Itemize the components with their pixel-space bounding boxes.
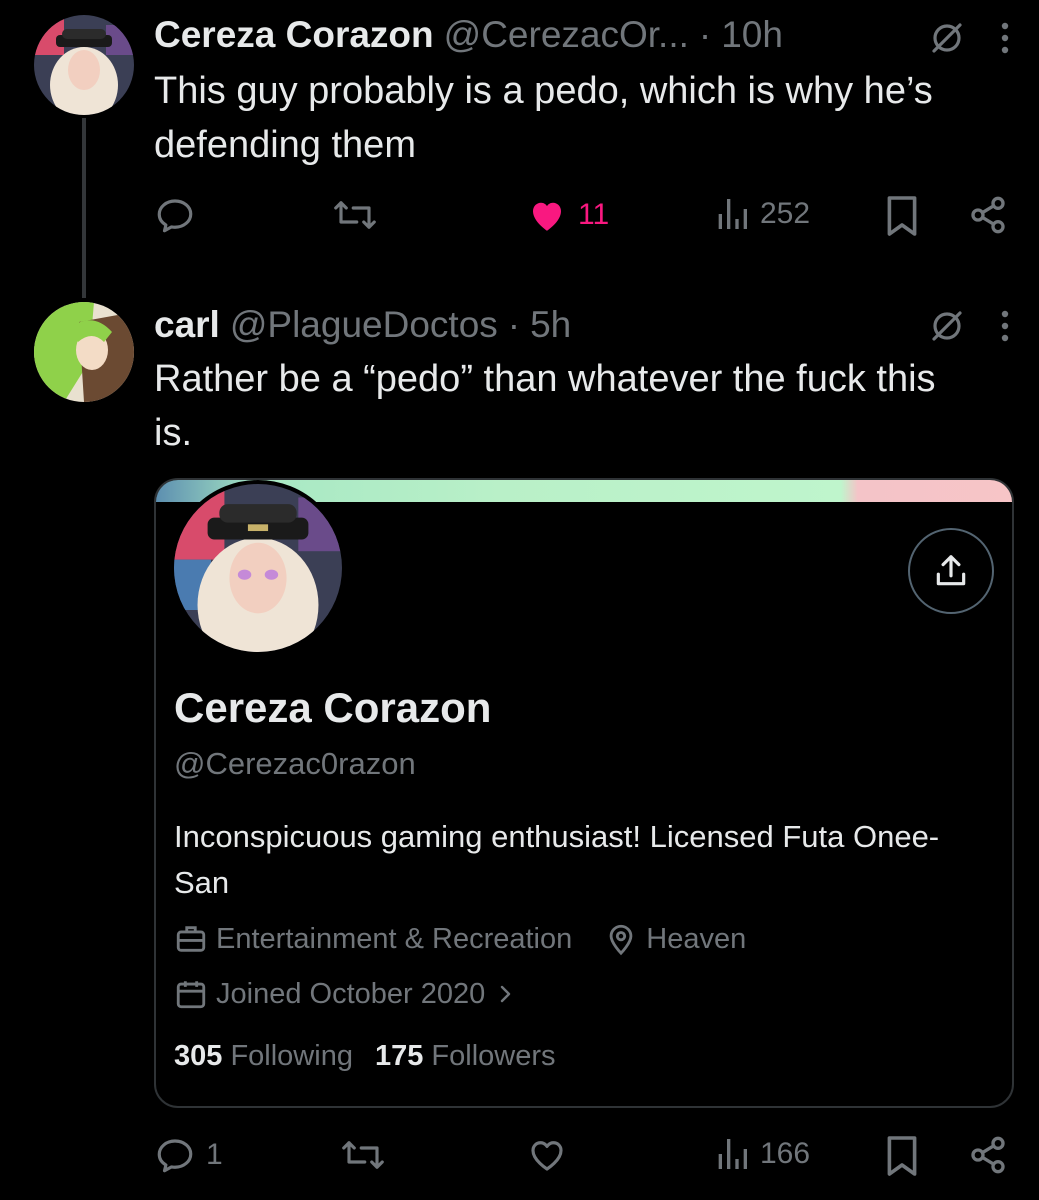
avatar-carl-image (34, 302, 134, 402)
separator-dot: · (698, 14, 712, 55)
separator-dot: · (507, 304, 521, 345)
author-name[interactable]: carl (154, 304, 220, 346)
tweet-2-actions: 1 166 (154, 1134, 1009, 1184)
briefcase-icon (176, 926, 206, 952)
tweet-2-header-icons (929, 308, 1011, 344)
profile-share-button[interactable] (908, 528, 994, 614)
profile-meta-row-1: Entertainment & Recreation Heaven (174, 922, 746, 956)
chevron-right-icon (501, 985, 511, 1003)
views-icon (718, 199, 747, 229)
following-link[interactable]: 305 Following (174, 1040, 353, 1073)
avatar-cereza-image (34, 15, 134, 115)
author-name[interactable]: Cereza Corazon (154, 14, 434, 56)
profile-bio: Inconspicuous gaming enthusiast! License… (174, 819, 940, 900)
views-button[interactable]: 252 (714, 194, 810, 234)
tweet-1[interactable]: Cereza Corazon @CerezacOr... · 10h This … (0, 0, 1039, 298)
profile-card[interactable]: Cereza Corazon @Cerezac0razon Inconspicu… (154, 478, 1014, 1108)
bookmark-button[interactable] (884, 194, 920, 238)
more-icon[interactable] (999, 308, 1011, 344)
retweet-icon (334, 201, 376, 229)
views-button[interactable]: 166 (714, 1134, 810, 1174)
heart-icon (531, 1141, 563, 1171)
view-count: 166 (760, 1137, 811, 1170)
reply-button[interactable] (154, 194, 196, 236)
tweet-time[interactable]: 10h (721, 14, 783, 56)
profile-handle[interactable]: @Cerezac0razon (174, 746, 416, 782)
location-icon (609, 924, 633, 956)
retweet-button[interactable] (332, 194, 378, 236)
profile-location: Heaven (604, 922, 746, 956)
upload-icon (936, 555, 966, 586)
bookmark-button[interactable] (884, 1134, 920, 1178)
profile-name[interactable]: Cereza Corazon (174, 684, 491, 732)
tweet-time[interactable]: 5h (530, 304, 571, 346)
heart-icon (533, 202, 561, 231)
share-button[interactable] (968, 1134, 1008, 1176)
profile-location-label: Heaven (646, 922, 747, 955)
share-icon (971, 1136, 1005, 1174)
like-button[interactable] (526, 1134, 568, 1176)
following-label: Following (230, 1040, 353, 1072)
author-handle[interactable]: @PlagueDoctos (230, 304, 498, 346)
reply-icon (157, 1139, 193, 1173)
profile-avatar[interactable] (170, 480, 346, 656)
profile-meta-row-2[interactable]: Joined October 2020 (174, 977, 517, 1011)
tweet-2-header: carl @PlagueDoctos · 5h (154, 304, 571, 346)
bookmark-icon (887, 1136, 917, 1176)
like-button[interactable]: 11 (526, 194, 609, 236)
profile-follow-stats: 305 Following 175 Followers (174, 1040, 556, 1073)
tweet-1-header: Cereza Corazon @CerezacOr... · 10h (154, 14, 783, 56)
profile-joined[interactable]: Joined October 2020 (174, 977, 517, 1011)
reply-count: 1 (206, 1138, 223, 1171)
grok-icon[interactable] (929, 20, 965, 56)
profile-category: Entertainment & Recreation (174, 922, 572, 956)
followers-link[interactable]: 175 Followers (375, 1040, 556, 1073)
tweet-1-header-icons (929, 20, 1011, 56)
views-icon (718, 1139, 747, 1169)
thread-connector-line (82, 118, 86, 298)
avatar-cereza[interactable] (34, 15, 134, 115)
grok-icon[interactable] (929, 308, 965, 344)
profile-avatar-image (174, 484, 342, 652)
retweet-button[interactable] (340, 1134, 386, 1176)
view-count: 252 (760, 197, 811, 230)
tweet-2-text: Rather be a “pedo” than whatever the fuc… (154, 358, 936, 454)
followers-label: Followers (431, 1040, 556, 1072)
tweet-1-actions: 11 252 (154, 194, 1009, 244)
followers-count: 175 (374, 1040, 424, 1072)
profile-category-label: Entertainment & Recreation (216, 922, 573, 955)
reply-button[interactable]: 1 (154, 1134, 223, 1176)
tweet-1-text: This guy probably is a pedo, which is wh… (154, 70, 933, 166)
bookmark-icon (887, 196, 917, 236)
calendar-icon (176, 981, 206, 1009)
retweet-icon (342, 1141, 384, 1169)
share-button[interactable] (968, 194, 1008, 236)
like-count: 11 (578, 198, 610, 231)
author-handle[interactable]: @CerezacOr... (444, 14, 689, 56)
avatar-carl[interactable] (34, 302, 134, 402)
profile-joined-label: Joined October 2020 (216, 977, 486, 1010)
more-icon[interactable] (999, 20, 1011, 56)
share-icon (971, 196, 1005, 234)
reply-icon (157, 199, 193, 233)
following-count: 305 (174, 1040, 223, 1072)
